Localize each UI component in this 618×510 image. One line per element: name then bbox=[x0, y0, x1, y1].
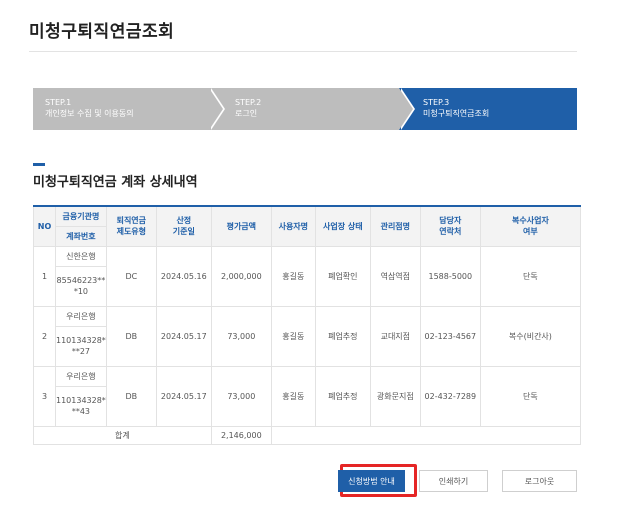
row-contact: 1588-5000 bbox=[419, 245, 481, 307]
step-2-label: 로그인 bbox=[235, 109, 258, 118]
section-accent-bar bbox=[33, 163, 45, 166]
step-1-number: STEP.1 bbox=[45, 98, 72, 107]
table-row: 2 우리은행 DB 2024.05.17 73,000 홍길동 폐업추정 교대지… bbox=[33, 305, 582, 367]
step-1-arrow bbox=[209, 88, 223, 130]
row-multi-employer: 복수(비간사) bbox=[479, 305, 582, 367]
header-institution: 금융기관명 bbox=[55, 205, 107, 227]
row-plan-type: DB bbox=[105, 365, 157, 427]
total-amount: 2,146,000 bbox=[210, 425, 272, 445]
header-manager: 관리점명 bbox=[369, 205, 421, 247]
row-no: 2 bbox=[33, 305, 56, 367]
pension-detail-table: NO 금융기관명 퇴직연금 제도유형 산정 기준일 평가금액 사용자명 사업장 … bbox=[33, 205, 582, 445]
row-account: 110134328* **27 bbox=[55, 325, 107, 367]
header-status: 사업장 상태 bbox=[314, 205, 371, 247]
step-1: STEP.1 개인정보 수집 및 이용동의 bbox=[33, 88, 225, 130]
header-amount: 평가금액 bbox=[210, 205, 272, 247]
row-employer: 홍길동 bbox=[270, 305, 316, 367]
row-multi-employer: 단독 bbox=[479, 365, 582, 427]
row-manager: 광화문지점 bbox=[369, 365, 421, 427]
row-institution: 신한은행 bbox=[55, 245, 107, 267]
row-status: 폐업확인 bbox=[314, 245, 371, 307]
row-no: 1 bbox=[33, 245, 56, 307]
header-base-date: 산정 기준일 bbox=[155, 205, 212, 247]
print-button[interactable]: 인쇄하기 bbox=[419, 470, 488, 492]
row-amount: 2,000,000 bbox=[210, 245, 272, 307]
table-row: 3 우리은행 DB 2024.05.17 73,000 홍길동 폐업추정 광화문… bbox=[33, 365, 582, 427]
table-row: 1 신한은행 DC 2024.05.16 2,000,000 홍길동 폐업확인 … bbox=[33, 245, 582, 307]
header-account: 계좌번호 bbox=[55, 225, 107, 247]
row-plan-type: DB bbox=[105, 305, 157, 367]
total-label: 합계 bbox=[33, 425, 212, 445]
table-total-row: 합계 2,146,000 bbox=[33, 425, 582, 445]
row-institution: 우리은행 bbox=[55, 365, 107, 387]
row-manager: 역삼역점 bbox=[369, 245, 421, 307]
row-base-date: 2024.05.16 bbox=[155, 245, 212, 307]
section-title: 미청구퇴직연금 계좌 상세내역 bbox=[33, 175, 198, 190]
header-multi-employer: 복수사업자 여부 bbox=[479, 205, 582, 247]
step-2-number: STEP.2 bbox=[235, 98, 262, 107]
header-contact: 담당자 연락처 bbox=[419, 205, 481, 247]
row-contact: 02-123-4567 bbox=[419, 305, 481, 367]
row-institution: 우리은행 bbox=[55, 305, 107, 327]
total-empty bbox=[270, 425, 582, 445]
row-status: 폐업추정 bbox=[314, 305, 371, 367]
page-title: 미청구퇴직연금조회 bbox=[29, 22, 175, 42]
application-guide-button[interactable]: 신청방법 안내 bbox=[338, 470, 405, 492]
row-multi-employer: 단독 bbox=[479, 245, 582, 307]
row-plan-type: DC bbox=[105, 245, 157, 307]
step-2: STEP.2 로그인 bbox=[209, 88, 415, 130]
header-no: NO bbox=[33, 205, 56, 247]
row-account: 110134328* **43 bbox=[55, 385, 107, 427]
step-progress: STEP.1 개인정보 수집 및 이용동의 STEP.2 로그인 STEP.3 … bbox=[33, 88, 577, 130]
row-employer: 홍길동 bbox=[270, 365, 316, 427]
row-status: 폐업추정 bbox=[314, 365, 371, 427]
row-account: 85546223** *10 bbox=[55, 265, 107, 307]
row-amount: 73,000 bbox=[210, 305, 272, 367]
row-amount: 73,000 bbox=[210, 365, 272, 427]
row-base-date: 2024.05.17 bbox=[155, 305, 212, 367]
row-employer: 홍길동 bbox=[270, 245, 316, 307]
step-3-active: STEP.3 미청구퇴직연금조회 bbox=[399, 88, 577, 130]
step-3-number: STEP.3 bbox=[423, 98, 450, 107]
row-no: 3 bbox=[33, 365, 56, 427]
row-contact: 02-432-7289 bbox=[419, 365, 481, 427]
logout-button[interactable]: 로그아웃 bbox=[502, 470, 577, 492]
step-1-label: 개인정보 수집 및 이용동의 bbox=[45, 109, 134, 118]
header-employer: 사용자명 bbox=[270, 205, 316, 247]
header-plan-type: 퇴직연금 제도유형 bbox=[105, 205, 157, 247]
title-divider bbox=[29, 51, 577, 52]
step-2-arrow bbox=[399, 88, 413, 130]
action-buttons: 신청방법 안내 인쇄하기 로그아웃 bbox=[338, 470, 577, 492]
step-3-label: 미청구퇴직연금조회 bbox=[423, 109, 490, 118]
row-manager: 교대지점 bbox=[369, 305, 421, 367]
row-base-date: 2024.05.17 bbox=[155, 365, 212, 427]
